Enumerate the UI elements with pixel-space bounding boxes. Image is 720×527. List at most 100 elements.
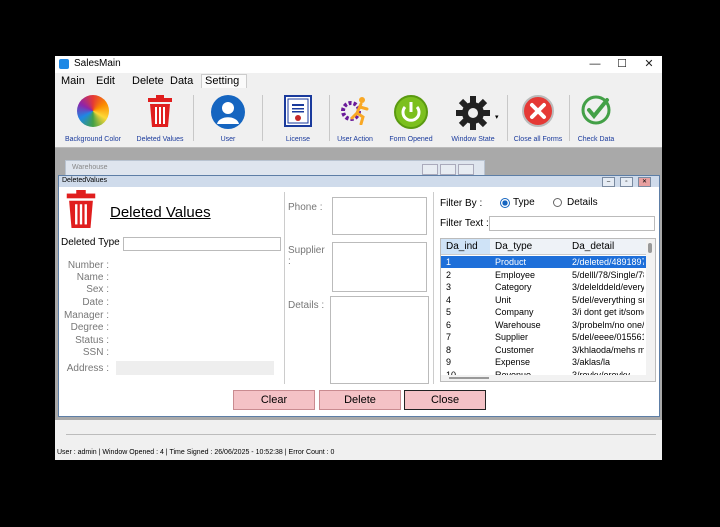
main-window: SalesMain — ☐ ✕ Main Edit Delete Data Se… — [55, 56, 662, 460]
delete-button[interactable]: Delete — [319, 390, 401, 410]
table-cell: 5/del/everything su — [572, 294, 644, 305]
table-cell: 4 — [446, 294, 452, 305]
toolbar-separator — [329, 95, 330, 141]
table-cell: 1 — [446, 257, 452, 267]
column-header-da-ind[interactable]: Da_ind — [446, 241, 478, 252]
close-window-button[interactable]: ✕ — [636, 56, 662, 73]
title-bar: SalesMain — ☐ ✕ — [55, 56, 662, 73]
close-all-forms-button[interactable]: Close all Forms — [511, 89, 565, 147]
running-gear-icon — [339, 95, 371, 128]
table-row[interactable]: 9 Expense 3/aklas/la — [441, 356, 646, 368]
name-label: Name : — [76, 272, 109, 283]
hscrollbar-thumb[interactable] — [449, 377, 489, 379]
child-maximize-button[interactable] — [440, 164, 456, 175]
power-icon — [394, 95, 428, 132]
details-field[interactable] — [330, 296, 429, 384]
form-opened-button[interactable]: Form Opened — [386, 89, 436, 147]
table-row[interactable]: 2 Employee 5/delll/78/Single/78 — [441, 269, 646, 281]
column-header-da-detail[interactable]: Da_detail — [572, 241, 614, 252]
trash-icon — [146, 95, 174, 130]
filter-details-radio[interactable] — [553, 198, 562, 207]
menu-setting[interactable]: Setting — [201, 74, 247, 88]
menu-edit[interactable]: Edit — [93, 75, 118, 88]
window-title: SalesMain — [74, 58, 121, 69]
close-button[interactable]: Close — [404, 390, 486, 410]
filter-by-label: Filter By : — [440, 198, 483, 209]
trash-icon — [64, 190, 98, 231]
filter-type-label: Type — [513, 197, 535, 208]
phone-field[interactable] — [332, 197, 427, 235]
license-button[interactable]: License — [273, 89, 323, 147]
degree-label: Degree : — [70, 322, 109, 333]
deleted-values-grid[interactable]: Da_ind Da_type Da_detail 1 Product 2/delet… — [440, 238, 656, 382]
app-icon — [59, 59, 69, 69]
supplier-label: Supplier : — [288, 245, 325, 267]
table-cell: 7 — [446, 332, 452, 342]
table-cell: Product — [495, 257, 527, 267]
manager-label: Manager : — [63, 310, 109, 321]
table-cell: 2 — [446, 269, 452, 280]
clear-button[interactable]: Clear — [233, 390, 315, 410]
deleted-values-button[interactable]: Deleted Values — [131, 89, 189, 147]
number-label: Number : — [67, 260, 109, 271]
date-label: Date : — [82, 297, 109, 308]
table-cell: 2/deleted/4891897 — [572, 257, 644, 267]
table-cell: 3/delelddeld/everyth — [572, 282, 644, 292]
filter-text-input[interactable] — [489, 216, 655, 231]
menu-main[interactable]: Main — [58, 75, 88, 88]
dialog-title-bar: DeletedValues – ▫ ✕ — [59, 176, 659, 187]
grid-vertical-scrollbar[interactable] — [646, 239, 655, 381]
toolbar-separator — [569, 95, 570, 141]
check-data-button[interactable]: Check Data — [572, 89, 620, 147]
chevron-down-icon: ▾ — [495, 114, 499, 121]
background-color-button[interactable]: Background Color — [62, 89, 124, 147]
table-cell: 3 — [446, 282, 452, 292]
table-cell: Unit — [495, 294, 512, 305]
dialog-maximize-button[interactable]: ▫ — [620, 177, 633, 187]
child-minimize-button[interactable] — [422, 164, 438, 175]
table-row[interactable]: 5 Company 3/i dont get it/some — [441, 306, 646, 318]
user-action-button[interactable]: User Action — [333, 89, 377, 147]
column-header-da-type[interactable]: Da_type — [495, 241, 532, 252]
table-cell: Warehouse — [495, 319, 541, 330]
dialog-close-button[interactable]: ✕ — [638, 177, 651, 187]
dialog-heading: Deleted Values — [110, 204, 211, 221]
maximize-button[interactable]: ☐ — [609, 56, 635, 73]
address-label: Address : — [66, 363, 109, 374]
status-divider — [66, 434, 656, 435]
check-icon — [581, 95, 611, 128]
window-state-button[interactable]: ▾ Window State — [443, 89, 503, 147]
table-row[interactable]: 6 Warehouse 3/probelm/no one/c — [441, 319, 646, 331]
scrollbar-thumb[interactable] — [648, 243, 652, 253]
color-wheel-icon — [77, 95, 109, 127]
table-row[interactable]: 8 Customer 3/khlaoda/mehs me — [441, 344, 646, 356]
status-label: Status : — [75, 335, 109, 346]
ssn-label: SSN : — [82, 347, 109, 358]
phone-label: Phone : — [288, 202, 323, 213]
table-row[interactable]: 7 Supplier 5/del/eeee/015561 — [441, 331, 646, 343]
user-button[interactable]: User — [203, 89, 253, 147]
table-row[interactable]: 1 Product 2/deleted/4891897 — [441, 256, 646, 268]
deleted-type-field[interactable] — [123, 237, 281, 251]
panel-divider — [284, 192, 285, 384]
toolbar: Background Color Deleted Values User Lic… — [55, 89, 662, 148]
table-cell: 5/delll/78/Single/78 — [572, 269, 644, 280]
table-cell: Customer — [495, 344, 535, 355]
table-row[interactable]: 4 Unit 5/del/everything su — [441, 294, 646, 306]
supplier-field[interactable] — [332, 242, 427, 292]
deleted-type-label: Deleted Type : — [61, 237, 126, 248]
menu-data[interactable]: Data — [167, 75, 196, 88]
table-cell: 3/khlaoda/mehs me — [572, 344, 644, 355]
table-cell: 9 — [446, 357, 452, 367]
menu-delete[interactable]: Delete — [129, 75, 167, 88]
filter-text-label: Filter Text : — [440, 218, 489, 229]
minimize-button[interactable]: — — [582, 56, 608, 73]
filter-type-radio[interactable] — [500, 198, 510, 208]
child-close-button[interactable] — [458, 164, 474, 175]
toolbar-separator — [193, 95, 194, 141]
address-field[interactable] — [116, 361, 274, 375]
mdi-area: Warehouse DeletedValues – ▫ ✕ Deleted Va… — [55, 148, 662, 420]
table-row[interactable]: 3 Category 3/delelddeld/everyth — [441, 281, 646, 293]
dialog-minimize-button[interactable]: – — [602, 177, 615, 187]
table-cell: Employee — [495, 269, 536, 280]
